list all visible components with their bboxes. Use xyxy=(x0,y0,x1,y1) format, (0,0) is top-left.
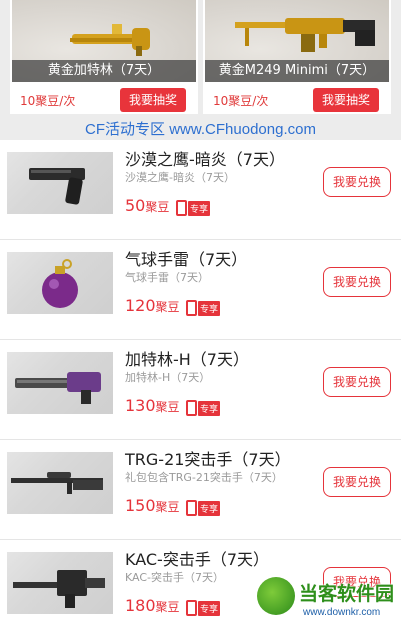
draw-button[interactable]: 我要抽奖 xyxy=(120,88,186,112)
redeem-button[interactable]: 我要兑换 xyxy=(323,167,391,197)
draw-button[interactable]: 我要抽奖 xyxy=(313,88,379,112)
exclusive-tag: 专享 xyxy=(188,200,211,216)
phone-icon xyxy=(186,500,197,516)
exclusive-tag: 专享 xyxy=(198,300,221,316)
exclusive-badge: 专享 xyxy=(186,599,221,617)
item-subtitle: KAC-突击手（7天） xyxy=(125,571,224,584)
price-unit: 聚豆 xyxy=(155,300,180,314)
phone-icon xyxy=(186,400,197,416)
lottery-price: 10聚豆/次 xyxy=(20,94,76,108)
item-thumbnail xyxy=(7,152,113,214)
item-title: 气球手雷（7天） xyxy=(125,250,248,269)
price-unit: 聚豆 xyxy=(155,600,180,614)
item-subtitle: 礼包包含TRG-21突击手（7天） xyxy=(125,471,283,484)
price-unit: 聚豆 xyxy=(155,400,180,414)
price-value: 120 xyxy=(125,296,156,315)
item-thumbnail xyxy=(7,552,113,614)
price-value: 130 xyxy=(125,396,156,415)
exclusive-badge: 专享 xyxy=(186,299,221,317)
redeem-button[interactable]: 我要兑换 xyxy=(323,467,391,497)
exclusive-tag: 专享 xyxy=(198,600,221,616)
list-item: 气球手雷（7天） 气球手雷（7天） 120聚豆 专享 我要兑换 xyxy=(0,240,401,340)
item-subtitle: 加特林-H（7天） xyxy=(125,371,211,384)
item-title: KAC-突击手（7天） xyxy=(125,550,270,569)
item-price: 150聚豆 xyxy=(125,496,180,515)
lottery-card-m249[interactable]: 黄金M249 Minimi（7天） 10聚豆/次 我要抽奖 xyxy=(203,0,391,114)
item-title: 加特林-H（7天） xyxy=(125,350,249,369)
lottery-card-gatling[interactable]: 黄金加特林（7天） 10聚豆/次 我要抽奖 xyxy=(10,0,198,114)
balloon-grenade-icon xyxy=(42,259,78,308)
item-price: 180聚豆 xyxy=(125,596,180,615)
exclusive-badge: 专享 xyxy=(176,199,211,217)
exclusive-badge: 专享 xyxy=(186,399,221,417)
redeem-button[interactable]: 我要兑换 xyxy=(323,267,391,297)
lottery-card-name: 黄金加特林（7天） xyxy=(12,60,196,82)
item-title: 沙漠之鹰-暗炎（7天） xyxy=(125,150,285,169)
phone-icon xyxy=(186,300,197,316)
item-subtitle: 沙漠之鹰-暗炎（7天） xyxy=(125,171,235,184)
watermark-logo: 当客软件园 www.downkr.com xyxy=(251,573,401,629)
price-unit: 聚豆 xyxy=(145,200,170,214)
item-price: 130聚豆 xyxy=(125,396,180,415)
exclusive-tag: 专享 xyxy=(198,400,221,416)
redeem-list: 沙漠之鹰-暗炎（7天） 沙漠之鹰-暗炎（7天） 50聚豆 专享 我要兑换 气球手… xyxy=(0,140,401,629)
page: 黄金加特林（7天） 10聚豆/次 我要抽奖 黄金M249 Minimi（7天） … xyxy=(0,0,401,629)
price-value: 50 xyxy=(125,196,146,215)
redeem-button[interactable]: 我要兑换 xyxy=(323,367,391,397)
lottery-cards: 黄金加特林（7天） 10聚豆/次 我要抽奖 黄金M249 Minimi（7天） … xyxy=(0,0,401,116)
item-price: 50聚豆 xyxy=(125,196,169,215)
phone-icon xyxy=(176,200,187,216)
price-value: 180 xyxy=(125,596,156,615)
list-item: TRG-21突击手（7天） 礼包包含TRG-21突击手（7天） 150聚豆 专享… xyxy=(0,440,401,540)
price-value: 150 xyxy=(125,496,156,515)
list-item: 沙漠之鹰-暗炎（7天） 沙漠之鹰-暗炎（7天） 50聚豆 专享 我要兑换 xyxy=(0,140,401,240)
item-title: TRG-21突击手（7天） xyxy=(125,450,291,469)
exclusive-badge: 专享 xyxy=(186,499,221,517)
site-banner: CF活动专区 www.CFhuodong.com xyxy=(85,121,316,138)
phone-icon xyxy=(186,600,197,616)
watermark-url: www.downkr.com xyxy=(303,607,381,618)
item-price: 120聚豆 xyxy=(125,296,180,315)
item-thumbnail xyxy=(7,252,113,314)
pistol-icon xyxy=(29,168,85,205)
price-unit: 聚豆 xyxy=(155,500,180,514)
logo-mark-icon xyxy=(257,577,295,615)
exclusive-tag: 专享 xyxy=(198,500,221,516)
lottery-price: 10聚豆/次 xyxy=(213,94,269,108)
item-subtitle: 气球手雷（7天） xyxy=(125,271,209,284)
gatling-icon xyxy=(15,372,101,404)
item-thumbnail xyxy=(7,352,113,414)
list-item: 加特林-H（7天） 加特林-H（7天） 130聚豆 专享 我要兑换 xyxy=(0,340,401,440)
lottery-card-name: 黄金M249 Minimi（7天） xyxy=(205,60,389,82)
machine-gun-icon xyxy=(13,570,105,608)
sniper-rifle-icon xyxy=(11,472,103,494)
watermark-name: 当客软件园 xyxy=(299,583,395,605)
item-thumbnail xyxy=(7,452,113,514)
